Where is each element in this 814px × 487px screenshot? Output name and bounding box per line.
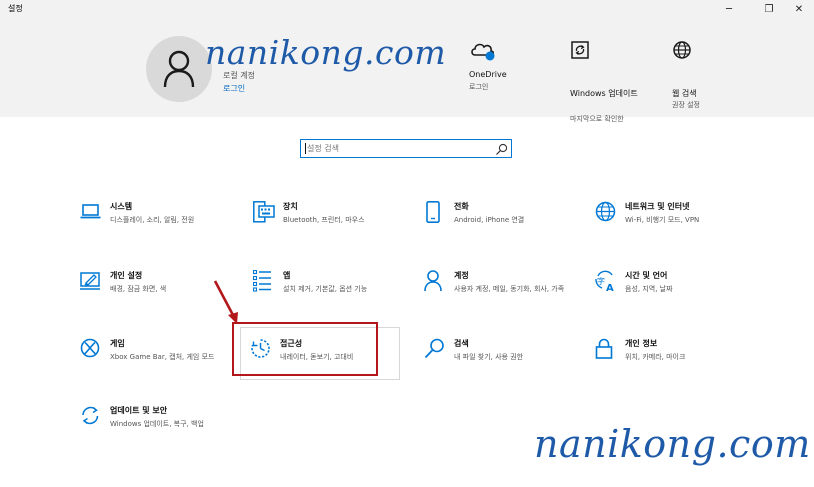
tile-subtitle: Xbox Game Bar, 캡처, 게임 모드 — [110, 353, 215, 361]
annotation-arrow-icon — [213, 280, 238, 324]
tile-accounts[interactable]: 계정 사용자 계정, 메일, 동기화, 회사, 가족 — [424, 270, 594, 314]
person-icon — [424, 270, 442, 292]
tile-title: 전화 — [454, 202, 469, 211]
tile-subtitle: 위치, 카메라, 마이크 — [625, 353, 686, 361]
search-input[interactable] — [303, 141, 497, 156]
xbox-icon — [80, 338, 100, 358]
tile-apps[interactable]: 앱 설치 제거, 기본값, 옵션 기능 — [253, 270, 423, 314]
close-button[interactable]: ✕ — [784, 0, 814, 18]
tile-subtitle: Bluetooth, 프린터, 마우스 — [283, 216, 365, 224]
restore-button[interactable]: ❐ — [754, 0, 784, 18]
header-item-subtitle: 권장 설정 — [672, 101, 700, 109]
tile-title: 네트워크 및 인터넷 — [625, 202, 690, 211]
tile-privacy[interactable]: 개인 정보 위치, 카메라, 마이크 — [595, 338, 765, 382]
svg-text:字: 字 — [597, 276, 605, 286]
laptop-icon — [80, 204, 101, 219]
user-avatar-icon — [163, 50, 195, 88]
tile-update-security[interactable]: 업데이트 및 보안 Windows 업데이트, 복구, 백업 — [80, 405, 250, 449]
restore-icon: ❐ — [764, 3, 774, 15]
lock-icon — [595, 338, 613, 359]
tile-network[interactable]: 네트워크 및 인터넷 Wi-Fi, 비행기 모드, VPN — [595, 201, 765, 245]
tile-subtitle: 디스플레이, 소리, 알림, 전원 — [110, 216, 195, 224]
tile-title: 계정 — [454, 271, 469, 280]
tile-subtitle: Wi-Fi, 비행기 모드, VPN — [625, 216, 700, 224]
account-header: 로컬 계정 로그인 nanikong.com OneDrive 로그인 Wind… — [0, 18, 814, 123]
header-item-title: Windows 업데이트 — [570, 89, 638, 98]
tile-subtitle: Windows 업데이트, 복구, 백업 — [110, 420, 204, 428]
update-icon — [82, 406, 99, 425]
text-caret — [305, 143, 306, 154]
header-item-subtitle: 로그인 — [469, 83, 489, 91]
minimize-icon: ─ — [725, 3, 733, 15]
title-bar: 설정 ─ ❐ ✕ — [0, 0, 814, 18]
header-item-web-search[interactable]: 웹 검색 권장 설정 — [672, 36, 732, 109]
search-box[interactable] — [300, 139, 512, 158]
header-item-title: 웹 검색 — [672, 89, 697, 98]
tile-search[interactable]: 검색 내 파일 찾기, 사용 권한 — [424, 338, 594, 382]
search-icon[interactable] — [495, 143, 508, 156]
header-item-subtitle: 마지막으로 확인한 — [570, 115, 624, 123]
tile-subtitle: 음성, 지역, 날짜 — [625, 285, 673, 293]
tile-phone[interactable]: 전화 Android, iPhone 연결 — [424, 201, 594, 245]
globe-icon — [673, 41, 691, 59]
watermark-top: nanikong.com — [205, 33, 447, 72]
tile-title: 시스템 — [110, 202, 133, 211]
keyboard-icon — [253, 201, 275, 223]
watermark-bottom: nanikong.com — [534, 422, 811, 466]
tile-subtitle: 사용자 계정, 메일, 동기화, 회사, 가족 — [454, 285, 565, 293]
tile-devices[interactable]: 장치 Bluetooth, 프린터, 마우스 — [253, 201, 423, 245]
tile-title: 업데이트 및 보안 — [110, 406, 168, 415]
paint-icon — [80, 272, 100, 290]
tile-subtitle: 설치 제거, 기본값, 옵션 기능 — [283, 285, 368, 293]
tile-title: 개인 설정 — [110, 271, 143, 280]
sign-in-link[interactable]: 로그인 — [223, 83, 245, 94]
tile-subtitle: Android, iPhone 연결 — [454, 216, 525, 224]
highlight-box — [232, 322, 378, 376]
tile-title: 검색 — [454, 339, 469, 348]
header-item-onedrive[interactable]: OneDrive 로그인 — [468, 36, 538, 96]
language-icon: 字 A — [595, 270, 614, 292]
tile-title: 개인 정보 — [625, 339, 658, 348]
close-icon: ✕ — [794, 3, 804, 15]
header-item-title: OneDrive — [469, 70, 507, 79]
search-icon — [424, 338, 444, 359]
tile-title: 장치 — [283, 202, 298, 211]
list-icon — [253, 270, 271, 292]
tile-time-language[interactable]: 字 A 시간 및 언어 음성, 지역, 날짜 — [595, 270, 765, 314]
tile-system[interactable]: 시스템 디스플레이, 소리, 알림, 전원 — [80, 201, 250, 245]
tile-subtitle: 내 파일 찾기, 사용 권한 — [454, 353, 524, 361]
tile-gaming[interactable]: 게임 Xbox Game Bar, 캡처, 게임 모드 — [80, 338, 250, 382]
svg-text:A: A — [606, 283, 614, 292]
minimize-button[interactable]: ─ — [714, 0, 744, 18]
phone-icon — [426, 201, 440, 223]
globe-icon — [595, 201, 616, 222]
cloud-icon — [471, 43, 495, 61]
refresh-icon — [571, 41, 589, 59]
tile-title: 시간 및 언어 — [625, 271, 668, 280]
avatar[interactable] — [146, 36, 212, 102]
window-title: 설정 — [8, 4, 23, 13]
header-item-windows-update[interactable]: Windows 업데이트 마지막으로 확인한 — [570, 36, 650, 123]
tile-title: 게임 — [110, 339, 125, 348]
tile-title: 앱 — [283, 271, 291, 280]
